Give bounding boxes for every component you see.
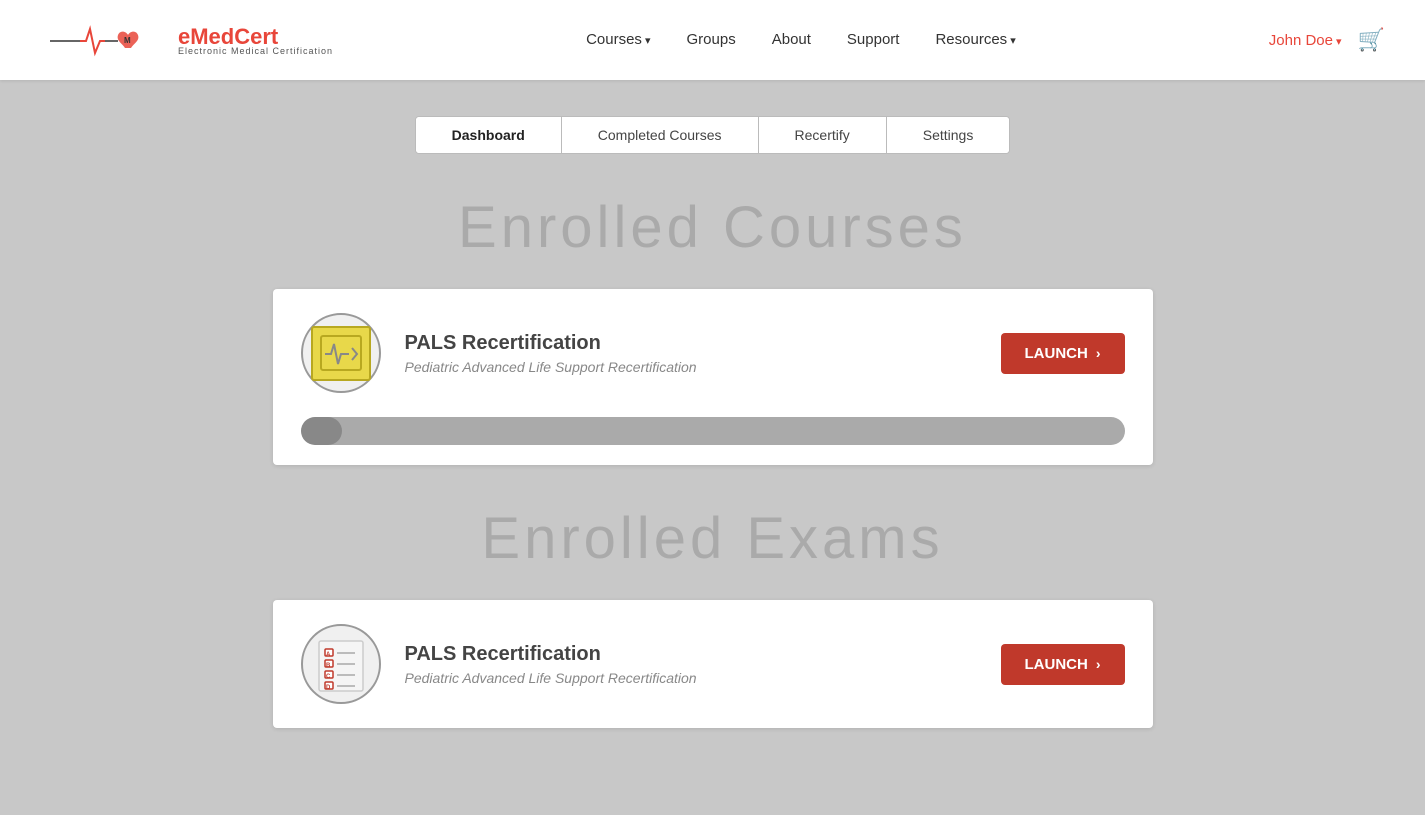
exam-icon-circle: A B C D [301,624,381,704]
enrolled-exams-section: Enrolled Exams A B [273,505,1153,728]
pals-icon-svg [319,334,363,372]
tab-completed-courses[interactable]: Completed Courses [562,117,759,153]
tab-settings[interactable]: Settings [887,117,1010,153]
launch-exam-button[interactable]: LAUNCH › [1001,644,1125,685]
svg-text:B: B [326,663,331,669]
exam-name: PALS Recertification [405,643,977,666]
nav-about[interactable]: About [772,31,811,49]
nav-courses[interactable]: Courses [586,31,650,49]
course-card-inner: PALS Recertification Pediatric Advanced … [273,289,1153,417]
progress-bar-bg [301,417,1125,445]
brand-text: eMedCert Electronic Medical Certificatio… [178,24,333,56]
enrolled-exams-title: Enrolled Exams [273,505,1153,572]
nav-support[interactable]: Support [847,31,900,49]
enrolled-courses-section: Enrolled Courses PALS Recertification [273,194,1153,465]
user-menu[interactable]: John Doe [1269,32,1342,49]
launch-course-button[interactable]: LAUNCH › [1001,333,1125,374]
logo: M eMedCert Electronic Medical Certificat… [40,13,333,68]
launch-course-label: LAUNCH [1025,345,1088,362]
progress-area [273,417,1153,465]
svg-text:M: M [124,36,131,45]
launch-exam-label: LAUNCH [1025,656,1088,673]
main-nav: Courses Groups About Support Resources [586,31,1016,49]
exam-icon-svg: A B C D [315,635,367,693]
svg-text:C: C [326,674,331,680]
tabs-bar: Dashboard Completed Courses Recertify Se… [0,116,1425,154]
svg-text:D: D [326,685,331,691]
navbar-right: John Doe 🛒 [1269,27,1385,53]
exam-card-inner: A B C D PALS Recertif [273,600,1153,728]
course-info: PALS Recertification Pediatric Advanced … [405,332,977,375]
nav-groups-link[interactable]: Groups [687,31,736,48]
brand-sub: Electronic Medical Certification [178,46,333,56]
launch-arrow-icon: › [1096,345,1101,361]
tabs-container: Dashboard Completed Courses Recertify Se… [415,116,1011,154]
launch-exam-arrow-icon: › [1096,656,1101,672]
exam-icon-box: A B C D [311,634,371,694]
navbar: M eMedCert Electronic Medical Certificat… [0,0,1425,80]
nav-support-link[interactable]: Support [847,31,900,48]
course-icon-circle [301,313,381,393]
tab-recertify[interactable]: Recertify [759,117,887,153]
course-name: PALS Recertification [405,332,977,355]
nav-resources[interactable]: Resources [935,31,1015,49]
course-subtitle: Pediatric Advanced Life Support Recertif… [405,359,977,375]
exam-subtitle: Pediatric Advanced Life Support Recertif… [405,670,977,686]
nav-resources-link[interactable]: Resources [935,31,1015,48]
tab-dashboard[interactable]: Dashboard [416,117,562,153]
nav-courses-link[interactable]: Courses [586,31,650,48]
course-card-pals: PALS Recertification Pediatric Advanced … [273,289,1153,465]
progress-bar-fill [301,417,342,445]
enrolled-courses-title: Enrolled Courses [273,194,1153,261]
nav-about-link[interactable]: About [772,31,811,48]
exam-info: PALS Recertification Pediatric Advanced … [405,643,977,686]
cart-icon[interactable]: 🛒 [1358,27,1385,53]
logo-svg: M [40,13,170,68]
exam-card-pals: A B C D PALS Recertif [273,600,1153,728]
svg-text:A: A [326,652,331,658]
course-icon-box [311,326,371,381]
nav-groups[interactable]: Groups [687,31,736,49]
